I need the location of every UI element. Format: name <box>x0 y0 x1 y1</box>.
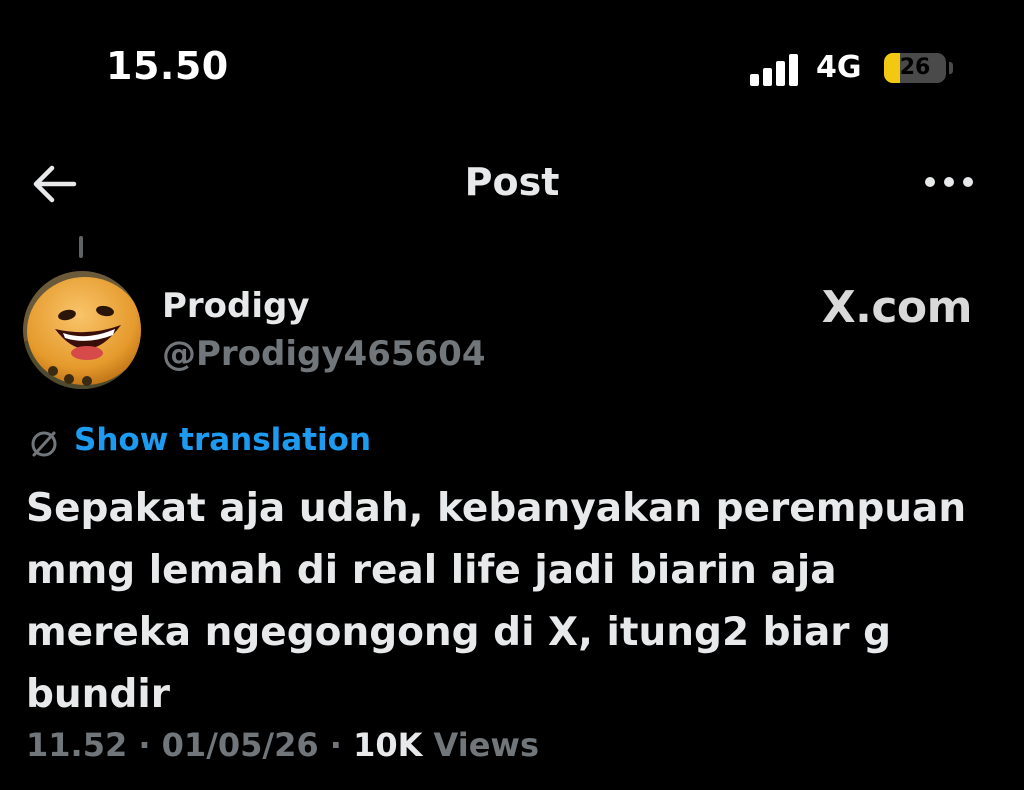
page-title: Post <box>464 160 560 204</box>
meta-separator: · <box>318 726 354 764</box>
site-watermark: X.com <box>821 282 973 333</box>
views-label: Views <box>433 726 540 764</box>
signal-strength-icon <box>750 52 804 86</box>
post-date[interactable]: 01/05/26 <box>162 726 319 764</box>
battery-level: 26 <box>899 55 931 80</box>
avatar[interactable] <box>23 271 141 389</box>
views-count: 10K <box>353 726 423 764</box>
more-horizontal-icon <box>925 177 973 187</box>
more-options-button[interactable] <box>916 162 982 202</box>
author-handle[interactable]: @Prodigy465604 <box>162 334 485 374</box>
show-translation-label[interactable]: Show translation <box>74 422 371 458</box>
author-display-name[interactable]: Prodigy <box>162 286 310 326</box>
status-bar: 15.50 4G 26 <box>0 0 1024 130</box>
post-time: 11.52 <box>26 726 128 764</box>
thread-connector-line <box>79 236 83 258</box>
post-meta: 11.52 · 01/05/26 · 10K Views <box>26 726 539 764</box>
network-type: 4G <box>816 50 862 85</box>
battery-icon: 26 <box>884 53 953 83</box>
meta-separator: · <box>127 726 162 764</box>
status-time: 15.50 <box>106 44 229 88</box>
globe-icon <box>31 431 57 457</box>
post-text: Sepakat aja udah, kebanyakan perempuan m… <box>26 486 967 717</box>
top-nav-bar: Post <box>0 140 1024 226</box>
